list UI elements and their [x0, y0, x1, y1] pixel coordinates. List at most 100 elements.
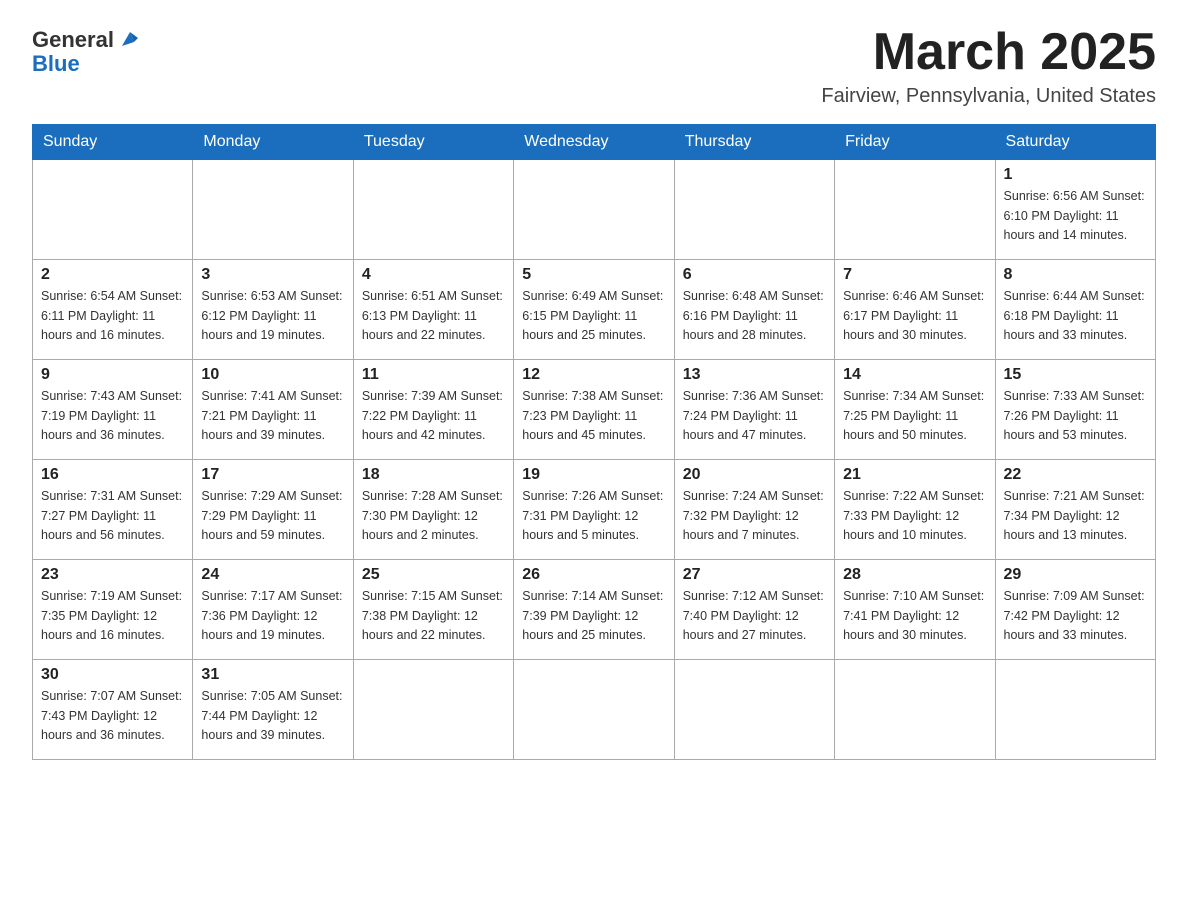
calendar-cell: 21 Sunrise: 7:22 AM Sunset: 7:33 PM Dayli… — [835, 460, 995, 560]
calendar-cell: 30Sunrise: 7:07 AM Sunset: 7:43 PM Dayli… — [33, 660, 193, 760]
calendar-cell — [514, 660, 674, 760]
day-info: Sunrise: 7:29 AM Sunset: 7:29 PM Dayligh… — [201, 487, 344, 545]
calendar-cell — [33, 160, 193, 260]
day-info: Sunrise: 7:17 AM Sunset: 7:36 PM Dayligh… — [201, 587, 344, 645]
day-number: 14 — [843, 366, 986, 384]
calendar-cell: 3Sunrise: 6:53 AM Sunset: 6:12 PM Daylig… — [193, 260, 353, 360]
day-number: 23 — [41, 566, 184, 584]
calendar-week-row: 2 Sunrise: 6:54 AM Sunset: 6:11 PM Daylig… — [33, 260, 1156, 360]
calendar-cell: 23Sunrise: 7:19 AM Sunset: 7:35 PM Dayli… — [33, 560, 193, 660]
calendar-week-row: 9Sunrise: 7:43 AM Sunset: 7:19 PM Daylig… — [33, 360, 1156, 460]
calendar-cell: 15Sunrise: 7:33 AM Sunset: 7:26 PM Dayli… — [995, 360, 1155, 460]
calendar-cell: 5Sunrise: 6:49 AM Sunset: 6:15 PM Daylig… — [514, 260, 674, 360]
calendar-week-row: 30Sunrise: 7:07 AM Sunset: 7:43 PM Dayli… — [33, 660, 1156, 760]
calendar-cell: 1 Sunrise: 6:56 AM Sunset: 6:10 PM Daylig… — [995, 160, 1155, 260]
day-info: Sunrise: 7:43 AM Sunset: 7:19 PM Dayligh… — [41, 387, 184, 445]
weekday-header-tuesday: Tuesday — [353, 125, 513, 160]
calendar-cell: 19 Sunrise: 7:26 AM Sunset: 7:31 PM Dayli… — [514, 460, 674, 560]
calendar-week-row: 23Sunrise: 7:19 AM Sunset: 7:35 PM Dayli… — [33, 560, 1156, 660]
day-number: 2 — [41, 266, 184, 284]
day-info: Sunrise: 7:26 AM Sunset: 7:31 PM Dayligh… — [522, 487, 665, 545]
weekday-header-row: SundayMondayTuesdayWednesdayThursdayFrid… — [33, 125, 1156, 160]
calendar-cell — [353, 160, 513, 260]
calendar-cell: 22Sunrise: 7:21 AM Sunset: 7:34 PM Dayli… — [995, 460, 1155, 560]
day-info: Sunrise: 7:09 AM Sunset: 7:42 PM Dayligh… — [1004, 587, 1147, 645]
calendar-cell: 18 Sunrise: 7:28 AM Sunset: 7:30 PM Dayli… — [353, 460, 513, 560]
calendar-cell: 12 Sunrise: 7:38 AM Sunset: 7:23 PM Dayli… — [514, 360, 674, 460]
day-number: 25 — [362, 566, 505, 584]
calendar-cell: 10 Sunrise: 7:41 AM Sunset: 7:21 PM Dayli… — [193, 360, 353, 460]
day-number: 19 — [522, 466, 665, 484]
calendar-cell: 7Sunrise: 6:46 AM Sunset: 6:17 PM Daylig… — [835, 260, 995, 360]
weekday-header-wednesday: Wednesday — [514, 125, 674, 160]
calendar-cell: 31 Sunrise: 7:05 AM Sunset: 7:44 PM Dayli… — [193, 660, 353, 760]
calendar-cell: 27 Sunrise: 7:12 AM Sunset: 7:40 PM Dayli… — [674, 560, 834, 660]
day-info: Sunrise: 7:39 AM Sunset: 7:22 PM Dayligh… — [362, 387, 505, 445]
day-number: 29 — [1004, 566, 1147, 584]
day-info: Sunrise: 6:46 AM Sunset: 6:17 PM Dayligh… — [843, 287, 986, 345]
day-number: 11 — [362, 366, 505, 384]
calendar-week-row: 1 Sunrise: 6:56 AM Sunset: 6:10 PM Daylig… — [33, 160, 1156, 260]
day-info: Sunrise: 7:38 AM Sunset: 7:23 PM Dayligh… — [522, 387, 665, 445]
title-block: March 2025 Fairview, Pennsylvania, Unite… — [821, 24, 1156, 108]
day-number: 31 — [201, 666, 344, 684]
calendar-cell: 29 Sunrise: 7:09 AM Sunset: 7:42 PM Dayli… — [995, 560, 1155, 660]
calendar-cell: 2 Sunrise: 6:54 AM Sunset: 6:11 PM Daylig… — [33, 260, 193, 360]
calendar-cell: 9Sunrise: 7:43 AM Sunset: 7:19 PM Daylig… — [33, 360, 193, 460]
day-info: Sunrise: 6:51 AM Sunset: 6:13 PM Dayligh… — [362, 287, 505, 345]
calendar-cell — [353, 660, 513, 760]
calendar-cell — [835, 160, 995, 260]
day-number: 20 — [683, 466, 826, 484]
day-number: 15 — [1004, 366, 1147, 384]
logo-blue: Blue — [32, 52, 80, 76]
day-info: Sunrise: 7:07 AM Sunset: 7:43 PM Dayligh… — [41, 687, 184, 745]
day-info: Sunrise: 7:14 AM Sunset: 7:39 PM Dayligh… — [522, 587, 665, 645]
logo: General Blue — [32, 28, 138, 76]
day-info: Sunrise: 7:10 AM Sunset: 7:41 PM Dayligh… — [843, 587, 986, 645]
calendar-cell: 20Sunrise: 7:24 AM Sunset: 7:32 PM Dayli… — [674, 460, 834, 560]
day-info: Sunrise: 7:28 AM Sunset: 7:30 PM Dayligh… — [362, 487, 505, 545]
day-info: Sunrise: 7:21 AM Sunset: 7:34 PM Dayligh… — [1004, 487, 1147, 545]
day-number: 21 — [843, 466, 986, 484]
day-info: Sunrise: 7:31 AM Sunset: 7:27 PM Dayligh… — [41, 487, 184, 545]
day-number: 18 — [362, 466, 505, 484]
day-info: Sunrise: 7:12 AM Sunset: 7:40 PM Dayligh… — [683, 587, 826, 645]
day-number: 13 — [683, 366, 826, 384]
day-number: 16 — [41, 466, 184, 484]
location-subtitle: Fairview, Pennsylvania, United States — [821, 85, 1156, 108]
day-number: 10 — [201, 366, 344, 384]
day-info: Sunrise: 7:15 AM Sunset: 7:38 PM Dayligh… — [362, 587, 505, 645]
calendar-cell: 28 Sunrise: 7:10 AM Sunset: 7:41 PM Dayli… — [835, 560, 995, 660]
logo-general: General — [32, 28, 114, 52]
day-number: 5 — [522, 266, 665, 284]
calendar-cell: 16 Sunrise: 7:31 AM Sunset: 7:27 PM Dayli… — [33, 460, 193, 560]
calendar-table: SundayMondayTuesdayWednesdayThursdayFrid… — [32, 124, 1156, 760]
calendar-cell — [995, 660, 1155, 760]
calendar-cell: 4Sunrise: 6:51 AM Sunset: 6:13 PM Daylig… — [353, 260, 513, 360]
day-number: 1 — [1004, 166, 1147, 184]
day-number: 27 — [683, 566, 826, 584]
day-info: Sunrise: 7:34 AM Sunset: 7:25 PM Dayligh… — [843, 387, 986, 445]
day-number: 28 — [843, 566, 986, 584]
calendar-cell: 17 Sunrise: 7:29 AM Sunset: 7:29 PM Dayli… — [193, 460, 353, 560]
weekday-header-sunday: Sunday — [33, 125, 193, 160]
weekday-header-saturday: Saturday — [995, 125, 1155, 160]
calendar-cell: 26Sunrise: 7:14 AM Sunset: 7:39 PM Dayli… — [514, 560, 674, 660]
day-number: 12 — [522, 366, 665, 384]
calendar-cell — [193, 160, 353, 260]
calendar-cell: 13Sunrise: 7:36 AM Sunset: 7:24 PM Dayli… — [674, 360, 834, 460]
logo-bird-icon — [116, 28, 138, 50]
day-info: Sunrise: 6:56 AM Sunset: 6:10 PM Dayligh… — [1004, 187, 1147, 245]
calendar-cell: 6Sunrise: 6:48 AM Sunset: 6:16 PM Daylig… — [674, 260, 834, 360]
day-number: 6 — [683, 266, 826, 284]
day-number: 24 — [201, 566, 344, 584]
day-info: Sunrise: 6:44 AM Sunset: 6:18 PM Dayligh… — [1004, 287, 1147, 345]
calendar-cell: 24 Sunrise: 7:17 AM Sunset: 7:36 PM Dayli… — [193, 560, 353, 660]
day-info: Sunrise: 7:05 AM Sunset: 7:44 PM Dayligh… — [201, 687, 344, 745]
day-info: Sunrise: 7:22 AM Sunset: 7:33 PM Dayligh… — [843, 487, 986, 545]
day-number: 17 — [201, 466, 344, 484]
month-title: March 2025 — [821, 24, 1156, 81]
calendar-cell: 25 Sunrise: 7:15 AM Sunset: 7:38 PM Dayli… — [353, 560, 513, 660]
day-info: Sunrise: 6:54 AM Sunset: 6:11 PM Dayligh… — [41, 287, 184, 345]
day-info: Sunrise: 7:41 AM Sunset: 7:21 PM Dayligh… — [201, 387, 344, 445]
